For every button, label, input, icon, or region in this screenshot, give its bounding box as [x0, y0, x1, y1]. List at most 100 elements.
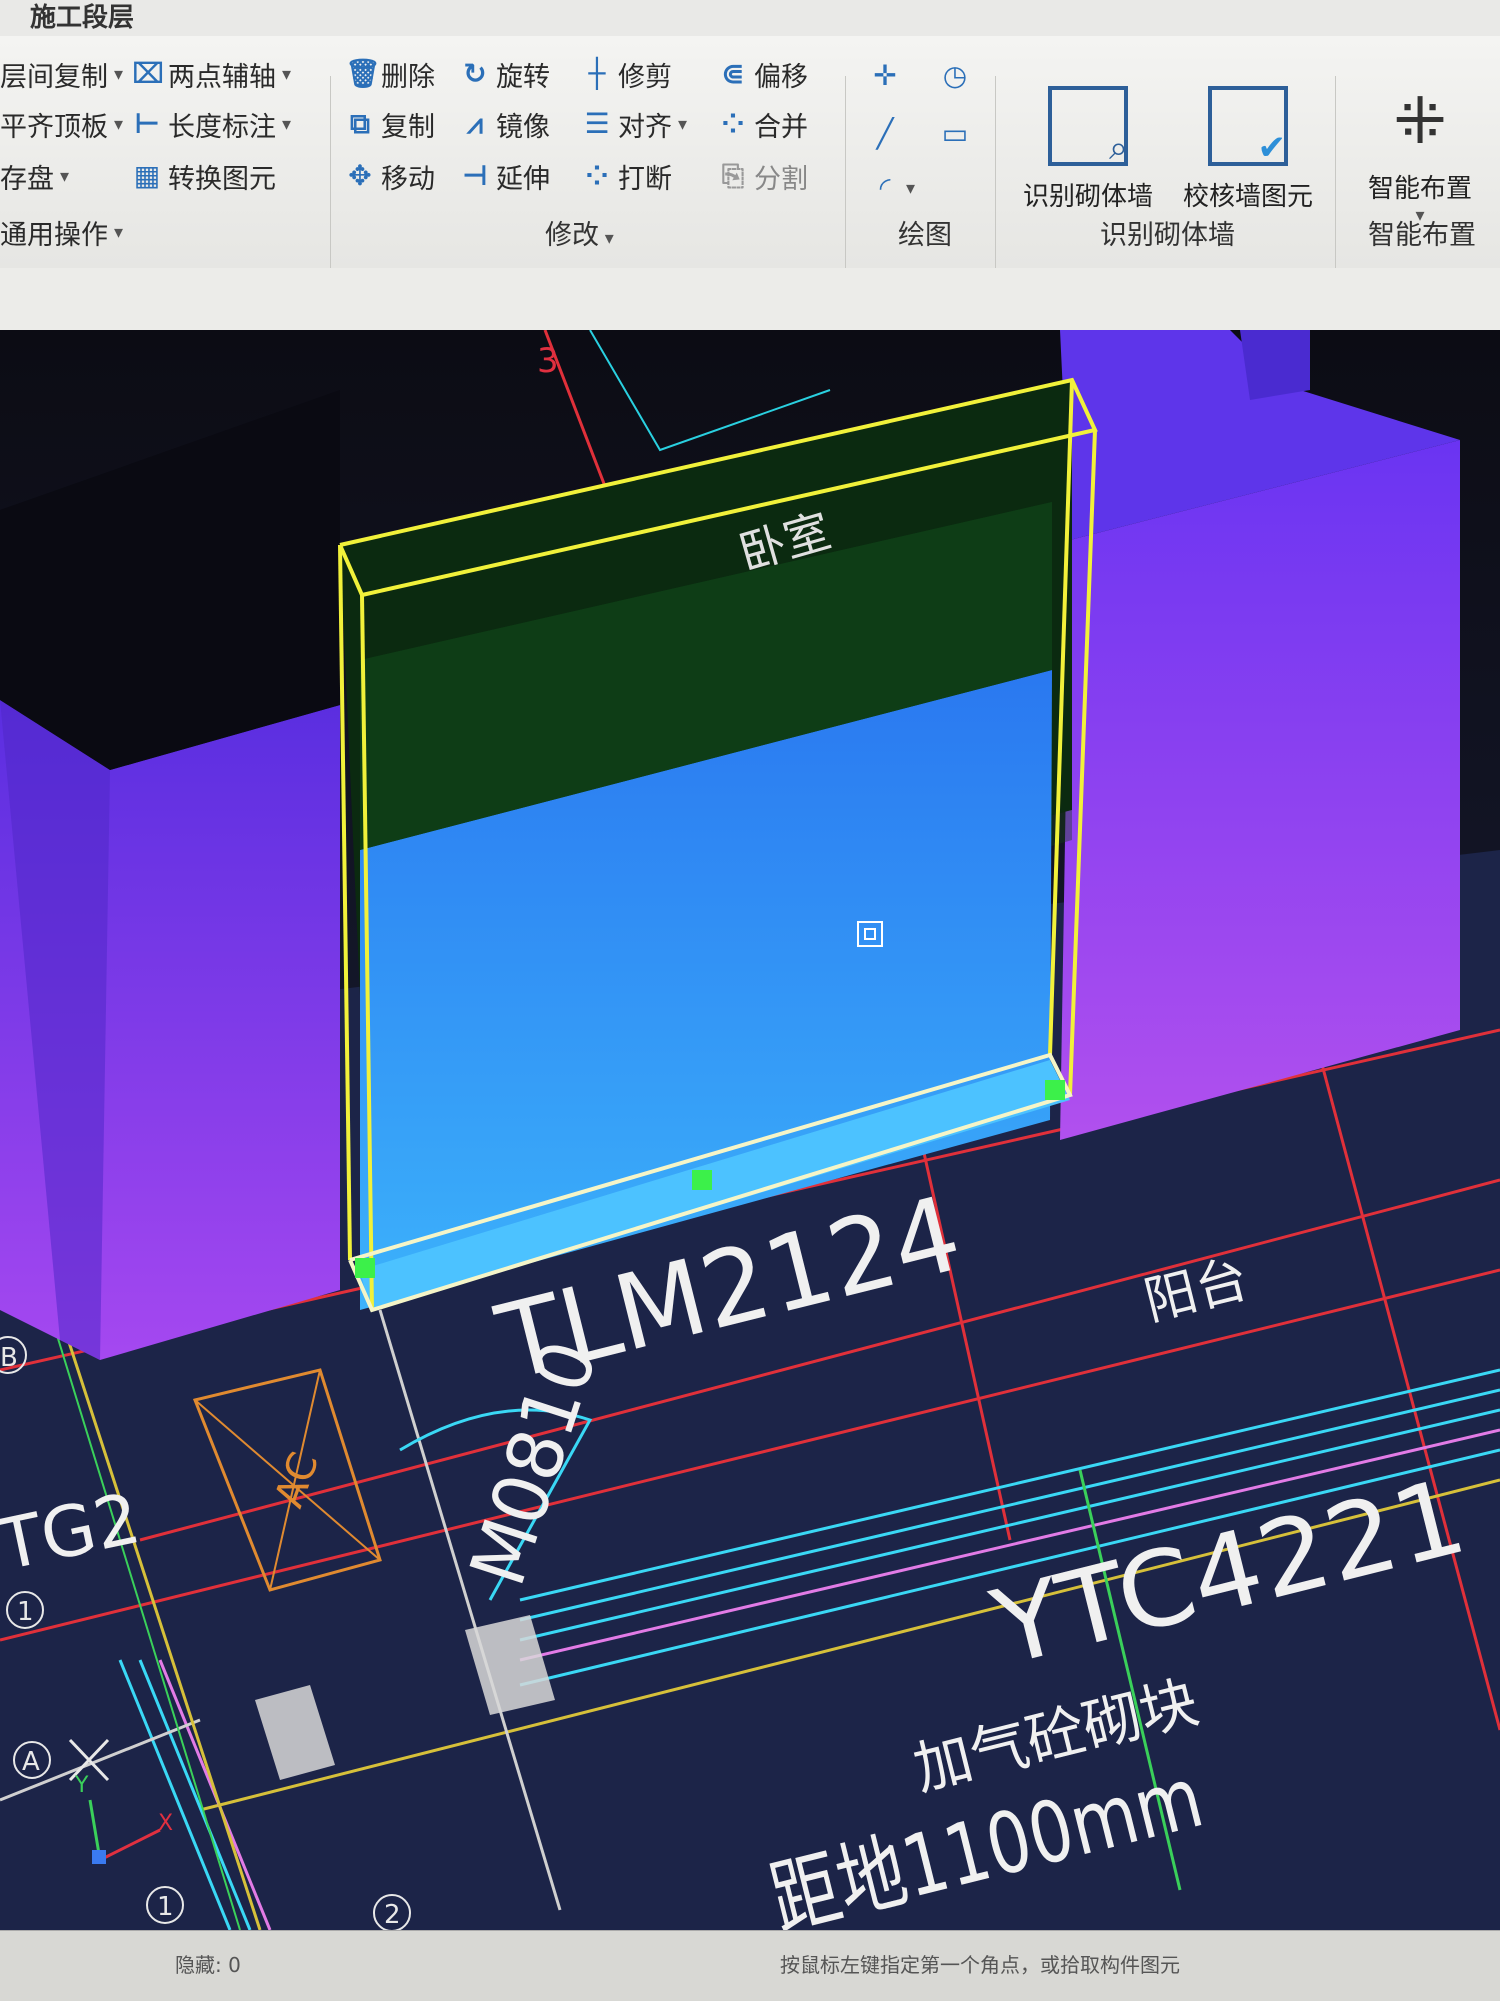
chevron-down-icon: ▾: [60, 165, 70, 187]
circle-icon: ◷: [942, 59, 968, 92]
move-icon: ✥: [348, 159, 372, 192]
axis-3-label: 3: [537, 341, 559, 381]
group-divider: [1335, 76, 1336, 286]
ucs-y-label: Y: [74, 1773, 89, 1798]
app-title: 施工段层: [30, 3, 135, 33]
mirror-button[interactable]: ⩘ 镜像: [460, 104, 550, 144]
trim-button[interactable]: ┼ 修剪: [582, 54, 672, 94]
offset-icon: ⋐: [721, 57, 745, 90]
length-dimension-label: 长度标注: [168, 111, 276, 143]
draw-line-button[interactable]: ╱: [870, 114, 900, 154]
convert-element-button[interactable]: ▦ 转换图元: [132, 156, 276, 196]
common-ops-label: 通用操作: [0, 219, 108, 251]
offset-label: 偏移: [754, 61, 808, 93]
chevron-down-icon: ▾: [114, 113, 124, 135]
align-icon: ☰: [584, 107, 610, 140]
point-icon: ✛: [873, 59, 897, 92]
move-button[interactable]: ✥ 移动: [345, 156, 435, 196]
convert-element-label: 转换图元: [168, 163, 276, 195]
mirror-label: 镜像: [496, 111, 550, 143]
chevron-down-icon: ▾: [678, 113, 688, 135]
extend-icon: ⊣: [462, 159, 488, 192]
align-top-slab-button[interactable]: 平齐顶板 ▾: [0, 104, 123, 144]
draw-group-label: 绘图: [898, 220, 952, 251]
arc-icon: ◜: [879, 171, 891, 204]
mirror-icon: ⩘: [467, 107, 483, 140]
move-label: 移动: [381, 163, 435, 195]
axis-1b-label: 1: [157, 1892, 174, 1922]
chevron-down-icon: ▾: [282, 113, 292, 135]
check-wall-icon: ✔: [1208, 86, 1288, 168]
chevron-down-icon: ▾: [114, 63, 124, 85]
layer-copy-button[interactable]: 层间复制 ▾: [0, 54, 123, 94]
group-divider: [845, 76, 846, 286]
copy-button[interactable]: ⧉ 复制: [345, 104, 435, 144]
chevron-down-icon: ▾: [599, 228, 614, 249]
grip-handle[interactable]: [692, 1170, 712, 1190]
group-divider: [330, 76, 331, 286]
rectangle-icon: ▭: [941, 117, 969, 150]
two-point-axis-button[interactable]: ⌧ 两点辅轴 ▾: [132, 54, 291, 94]
copy-icon: ⧉: [350, 107, 370, 140]
common-ops-group-label[interactable]: 通用操作 ▾: [0, 212, 123, 252]
draw-point-button[interactable]: ✛: [870, 56, 900, 96]
recognize-group-label: 识别砌体墙: [1100, 220, 1235, 251]
offset-button[interactable]: ⋐ 偏移: [718, 54, 808, 94]
chevron-down-icon: ▾: [906, 177, 916, 199]
status-bar: 隐藏: 0 按鼠标左键指定第一个角点，或拾取构件图元: [0, 1930, 1500, 2001]
modify-group-label[interactable]: 修改 ▾: [545, 216, 614, 256]
hidden-count: 隐藏: 0: [175, 1953, 241, 1977]
drawing-canvas[interactable]: 3 卧室 TLM2124 阳台 M0810 TG2 AC YTC4221 加气砼…: [0, 330, 1500, 1960]
command-hint: 按鼠标左键指定第一个角点，或拾取构件图元: [780, 1953, 1180, 1977]
chevron-down-icon: ▾: [282, 63, 292, 85]
extend-button[interactable]: ⊣ 延伸: [460, 156, 550, 196]
ribbon-toolbar: 层间复制 ▾ 平齐顶板 ▾ 存盘 ▾ 通用操作 ▾ ⌧ 两点辅轴 ▾ ⊢ 长度标注 ▾ ▦ …: [0, 36, 1500, 286]
masonry-wall-left[interactable]: [0, 390, 340, 1360]
recognize-masonry-wall-label: 识别砌体墙: [1022, 182, 1153, 212]
merge-label: 合并: [754, 111, 808, 143]
break-label: 打断: [618, 163, 672, 195]
chevron-down-icon: ▾: [114, 221, 124, 243]
grip-handle[interactable]: [355, 1258, 375, 1278]
save-button[interactable]: 存盘 ▾: [0, 156, 69, 196]
align-button[interactable]: ☰ 对齐 ▾: [582, 104, 687, 144]
smart-layout-label: 智能布置: [1367, 174, 1472, 204]
group-divider: [995, 76, 996, 286]
ucs-x-label: X: [158, 1811, 173, 1836]
merge-button[interactable]: ⁘ 合并: [718, 104, 808, 144]
merge-icon: ⁘: [721, 107, 745, 140]
align-label: 对齐: [618, 111, 672, 143]
axis-a-label: A: [22, 1747, 40, 1777]
delete-button[interactable]: 🗑 删除: [345, 54, 435, 94]
delete-label: 删除: [381, 61, 435, 93]
draw-circle-button[interactable]: ◷: [940, 56, 970, 96]
rotate-label: 旋转: [496, 61, 550, 93]
dimension-icon: ⊢: [134, 107, 160, 140]
save-label: 存盘: [0, 163, 54, 195]
check-wall-element-button[interactable]: ✔ 校核墙图元: [1168, 86, 1328, 213]
length-dimension-button[interactable]: ⊢ 长度标注 ▾: [132, 104, 291, 144]
break-button[interactable]: ⁘ 打断: [582, 156, 672, 196]
draw-arc-button[interactable]: ◜ ▾: [870, 168, 915, 208]
align-top-slab-label: 平齐顶板: [0, 111, 108, 143]
draw-rectangle-button[interactable]: ▭: [940, 114, 970, 154]
smart-group-label: 智能布置: [1368, 220, 1476, 251]
axis-2-label: 2: [384, 1900, 401, 1930]
copy-label: 复制: [381, 111, 435, 143]
trash-icon: 🗑: [345, 57, 381, 90]
masonry-wall-right[interactable]: [1060, 330, 1460, 1140]
split-button[interactable]: ⎘ 分割: [718, 156, 808, 196]
modify-group-label-text: 修改: [545, 220, 599, 251]
extend-label: 延伸: [496, 163, 550, 195]
recognize-masonry-wall-button[interactable]: ⌕ 识别砌体墙: [1008, 86, 1168, 213]
smart-layout-icon: ⁜: [1393, 85, 1447, 159]
layer-copy-label: 层间复制: [0, 61, 108, 93]
break-icon: ⁘: [585, 159, 609, 192]
split-label: 分割: [754, 163, 808, 195]
rotate-icon: ↻: [463, 57, 487, 90]
rotate-button[interactable]: ↻ 旋转: [460, 54, 550, 94]
axis-1-label: 1: [17, 1597, 34, 1627]
axis-b-label: B: [0, 1343, 18, 1373]
smart-layout-button[interactable]: ⁜ 智能布置 ▾: [1340, 86, 1500, 226]
grip-handle[interactable]: [1045, 1080, 1065, 1100]
